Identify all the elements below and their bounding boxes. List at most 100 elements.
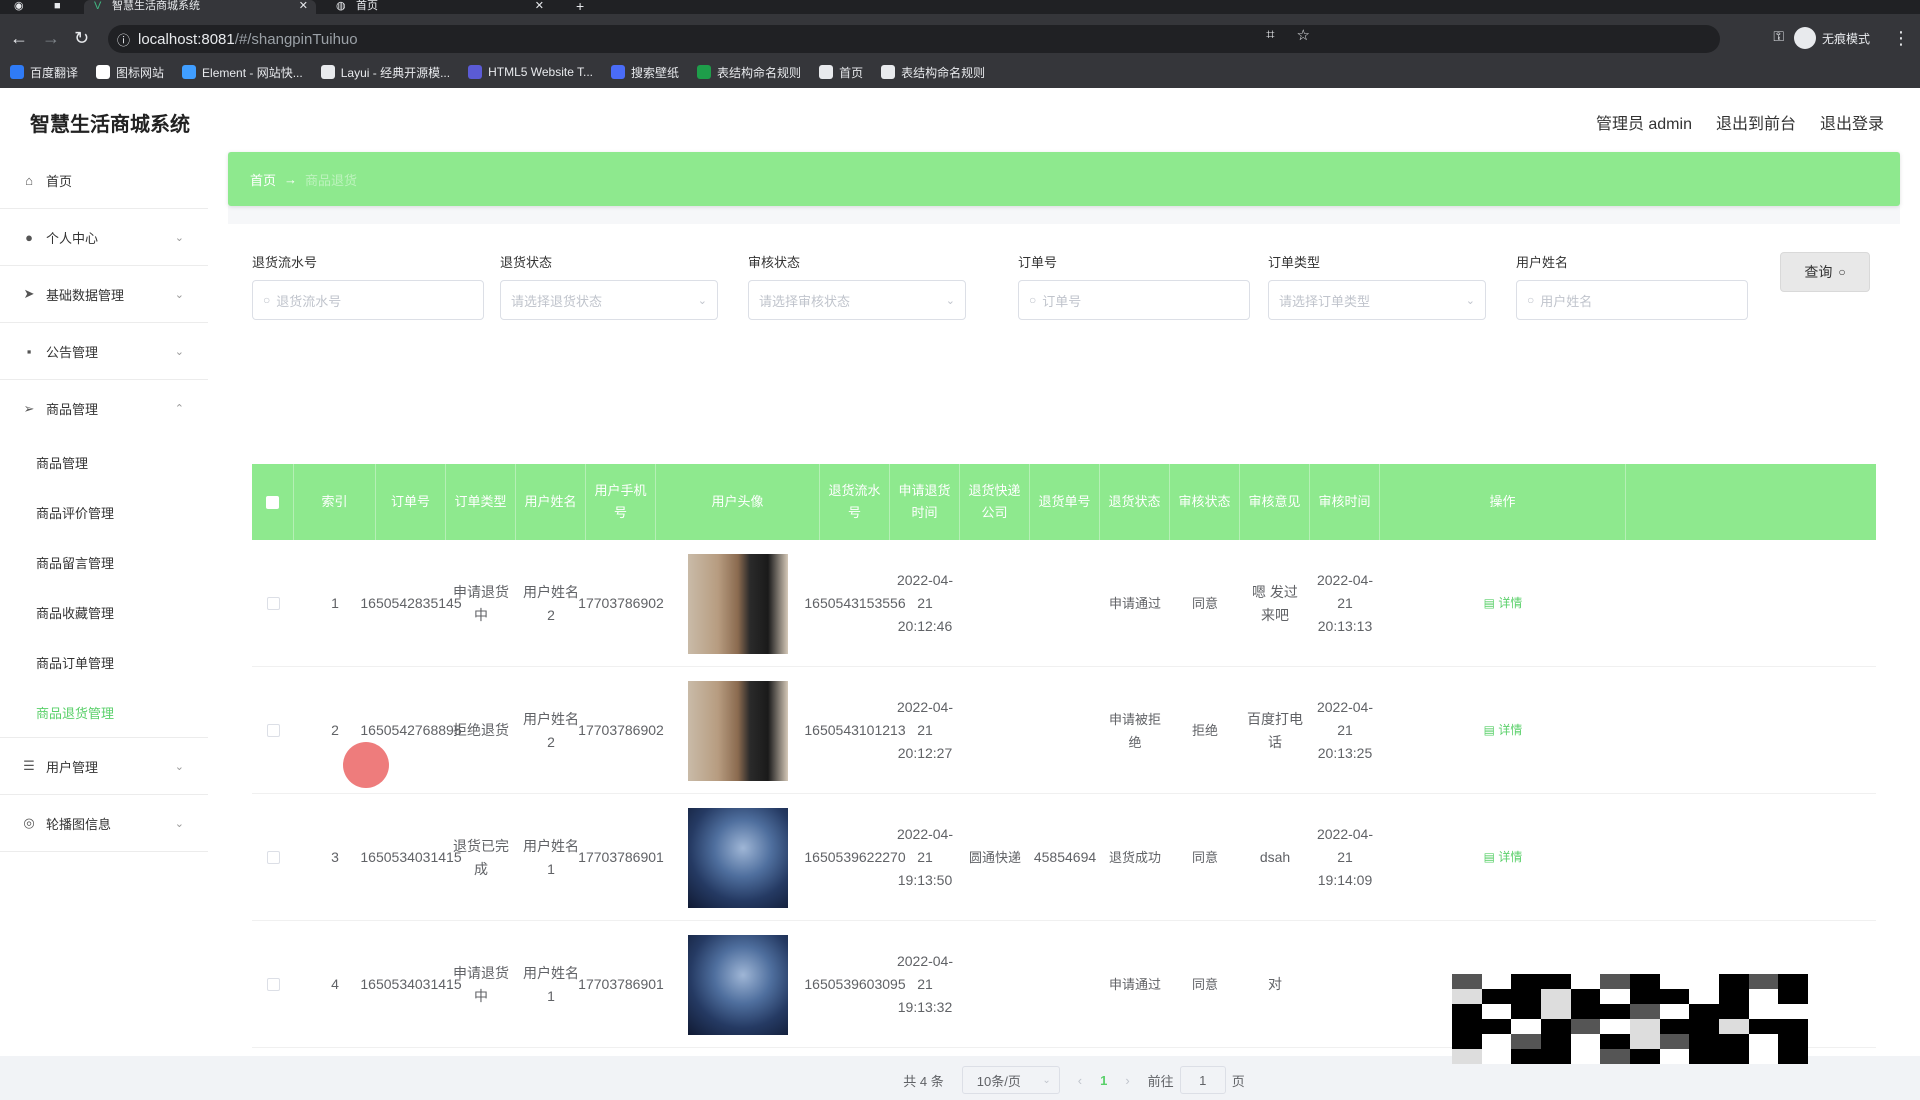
column-header[interactable]: 退货单号 — [1030, 464, 1100, 540]
bookmark-item[interactable]: Element - 网站快... — [182, 64, 303, 81]
incognito-profile[interactable]: 无痕模式 — [1793, 27, 1870, 49]
search-input[interactable]: ○ 订单号 — [1018, 280, 1250, 320]
search-input[interactable]: ○ 退货流水号 — [252, 280, 484, 320]
detail-button[interactable]: ▤ 详情 — [1484, 719, 1523, 742]
bookmark-label: Layui - 经典开源模... — [340, 65, 451, 80]
avatar[interactable] — [688, 934, 788, 1035]
cell-user-name: 用户姓名2 — [523, 583, 579, 623]
bookmark-item[interactable]: 百度翻译 — [10, 64, 78, 81]
mosaic-pixel — [1452, 1019, 1482, 1034]
kebab-menu-icon[interactable]: ⋮ — [1892, 28, 1910, 49]
front-link[interactable]: 退出到前台 — [1716, 110, 1796, 134]
column-header[interactable]: 审核意见 — [1240, 464, 1310, 540]
submenu-item-goods[interactable]: 商品管理 — [0, 437, 208, 487]
sidebar-item-carousel[interactable]: ◎ 轮播图信息 ⌄ — [0, 795, 208, 852]
row-checkbox[interactable] — [266, 851, 280, 864]
sidebar-item-basic-data[interactable]: ➤ 基础数据管理 ⌄ — [0, 266, 208, 323]
column-header[interactable]: 用户手机号 — [586, 464, 656, 540]
search-select[interactable]: 请选择审核状态 ⌄ — [748, 280, 966, 320]
bookmark-item[interactable]: 表结构命名规则 — [697, 64, 801, 81]
message-icon: ▪ — [26, 343, 32, 359]
sidebar-item-home[interactable]: ⌂ 首页 — [0, 152, 208, 209]
query-button[interactable]: 查询 ○ — [1780, 252, 1870, 292]
avatar[interactable] — [688, 680, 788, 781]
key-icon[interactable]: ⚿ — [1773, 28, 1784, 45]
cell-express: 圆通快递 — [968, 850, 1021, 865]
column-header[interactable]: 退货快递公司 — [960, 464, 1030, 540]
cell-apply-time: 2022-04-21 19:13:50 — [896, 826, 954, 888]
submenu-item-goods-message[interactable]: 商品留言管理 — [0, 537, 208, 587]
column-header[interactable]: 用户姓名 — [516, 464, 586, 540]
column-header[interactable]: 索引 — [294, 464, 376, 540]
pagination: 共 4 条 10条/页 ⌄ ‹ 1 › 前往 1 页 — [228, 1060, 1900, 1100]
bookmark-item[interactable]: Layui - 经典开源模... — [320, 64, 451, 81]
row-checkbox[interactable] — [266, 597, 280, 610]
sidebar-item-profile[interactable]: ● 个人中心 ⌄ — [0, 209, 208, 266]
select-all-checkbox[interactable] — [266, 495, 279, 509]
search-select[interactable]: 请选择订单类型 ⌄ — [1268, 280, 1486, 320]
bookmark-item[interactable]: HTML5 Website T... — [468, 65, 593, 79]
search-select[interactable]: 请选择退货状态 ⌄ — [500, 280, 718, 320]
column-header[interactable]: 审核时间 — [1310, 464, 1380, 540]
goto-page-input[interactable]: 1 — [1179, 1066, 1226, 1094]
breadcrumb-home[interactable]: 首页 — [250, 170, 276, 189]
column-header[interactable]: 退货状态 — [1100, 464, 1170, 540]
avatar[interactable] — [688, 553, 788, 654]
tab-close-icon[interactable]: ✕ — [299, 0, 308, 12]
browser-tab-active[interactable]: V 智慧生活商城系统 ✕ — [84, 0, 316, 14]
cell-express — [960, 921, 1030, 1048]
forward-arrow-icon[interactable]: → — [42, 28, 60, 49]
prev-page-icon[interactable]: ‹ — [1078, 1073, 1082, 1088]
sidebar-item-notice[interactable]: ▪ 公告管理 ⌄ — [0, 323, 208, 380]
mosaic-pixel — [1481, 989, 1512, 1004]
sidebar-item-label: 个人中心 — [46, 230, 99, 246]
url-field[interactable]: ⓘ localhost:8081/#/shangpinTuihuo — [108, 25, 1720, 53]
star-icon[interactable]: ☆ — [1297, 26, 1310, 44]
page-size-select[interactable]: 10条/页 ⌄ — [961, 1066, 1060, 1094]
column-header[interactable]: 申请退货时间 — [890, 464, 960, 540]
row-checkbox[interactable] — [266, 978, 280, 991]
column-header[interactable]: 订单类型 — [446, 464, 516, 540]
mosaic-pixel — [1778, 1004, 1808, 1019]
bookmark-item[interactable]: 图标网站 — [96, 64, 164, 81]
search-icon: ○ — [263, 293, 271, 307]
logout-link[interactable]: 退出登录 — [1820, 110, 1884, 134]
submenu-item-goods-favorite[interactable]: 商品收藏管理 — [0, 587, 208, 637]
submenu-item-goods-return[interactable]: 商品退货管理 — [0, 687, 208, 737]
row-checkbox[interactable] — [266, 724, 280, 737]
tab-close-icon[interactable]: ✕ — [535, 0, 544, 12]
column-header[interactable]: 用户头像 — [656, 464, 820, 540]
tab-overview-icon[interactable]: ■ — [54, 0, 61, 14]
submenu-item-goods-order[interactable]: 商品订单管理 — [0, 637, 208, 687]
sidebar-item-users[interactable]: ☰ 用户管理 ⌄ — [0, 738, 208, 795]
row-select-cell — [252, 921, 294, 1048]
bookmark-item[interactable]: 首页 — [819, 64, 863, 81]
avatar[interactable] — [688, 807, 788, 908]
browser-tab[interactable]: ◍ 首页 ✕ — [332, 0, 552, 14]
column-header[interactable]: 操作 — [1380, 464, 1626, 540]
new-tab-icon[interactable]: + — [576, 0, 584, 14]
submenu-item-goods-review[interactable]: 商品评价管理 — [0, 487, 208, 537]
mosaic-pixel — [1511, 989, 1541, 1004]
detail-button[interactable]: ▤ 详情 — [1484, 592, 1523, 615]
mosaic-pixel — [1540, 989, 1571, 1004]
detail-button[interactable]: ▤ 详情 — [1484, 846, 1523, 869]
table-row: 1 1650542835145 申请退货中 用户姓名2 17703786902 16505… — [252, 540, 1876, 667]
mosaic-pixel — [1748, 989, 1779, 1004]
browser-menu-icon[interactable]: ◉ — [14, 0, 24, 14]
page-number[interactable]: 1 — [1100, 1073, 1107, 1088]
address-bar: ← → ↻ ⓘ localhost:8081/#/shangpinTuihuo … — [0, 14, 1920, 62]
next-page-icon[interactable]: › — [1125, 1073, 1129, 1088]
reload-icon[interactable]: ↻ — [74, 28, 89, 49]
back-arrow-icon[interactable]: ← — [10, 28, 28, 49]
translate-icon[interactable]: ⌗ — [1266, 26, 1274, 44]
bookmark-item[interactable]: 表结构命名规则 — [881, 64, 985, 81]
search-input[interactable]: ○ 用户姓名 — [1516, 280, 1748, 320]
column-header[interactable]: 退货流水号 — [820, 464, 890, 540]
column-header[interactable]: 订单号 — [376, 464, 446, 540]
bookmark-item[interactable]: 搜索壁纸 — [611, 64, 679, 81]
detail-label: 详情 — [1498, 723, 1523, 737]
column-header[interactable]: 审核状态 — [1170, 464, 1240, 540]
sidebar-item-goods[interactable]: ➢ 商品管理 ⌃ — [0, 380, 208, 437]
cell-express-no — [1030, 667, 1100, 794]
